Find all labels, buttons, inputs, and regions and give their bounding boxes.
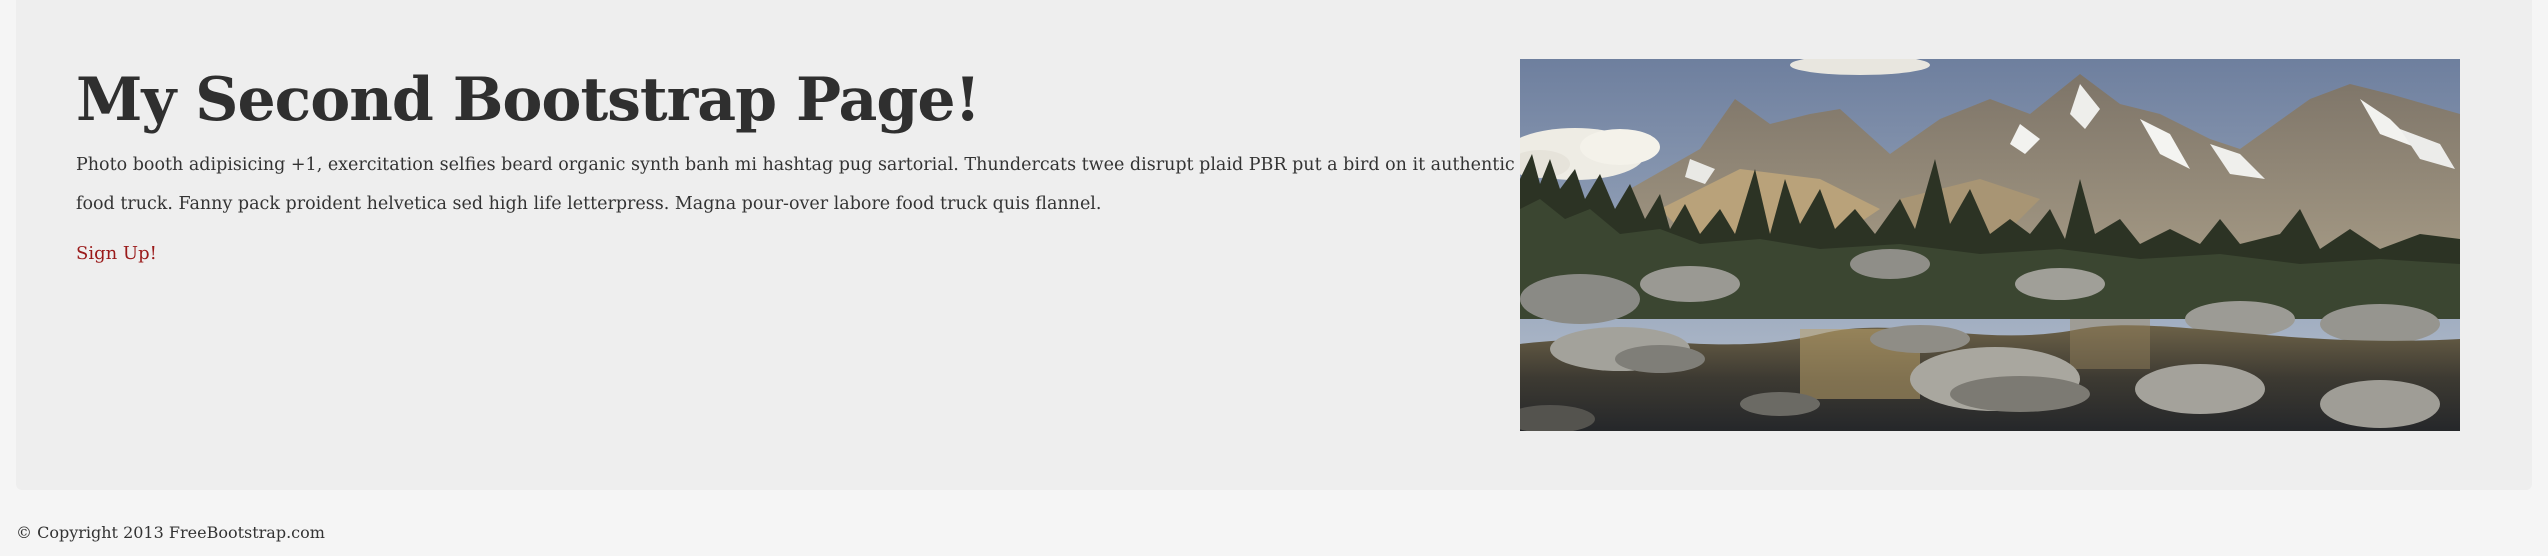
footer-copyright: © Copyright 2013 FreeBootstrap.com (16, 523, 325, 542)
sign-up-link[interactable]: Sign Up! (76, 236, 157, 272)
landscape-image (1520, 59, 2460, 431)
page-title: My Second Bootstrap Page! (76, 65, 981, 135)
hero-description: Photo booth adipisicing +1, exercitation… (76, 155, 1515, 214)
